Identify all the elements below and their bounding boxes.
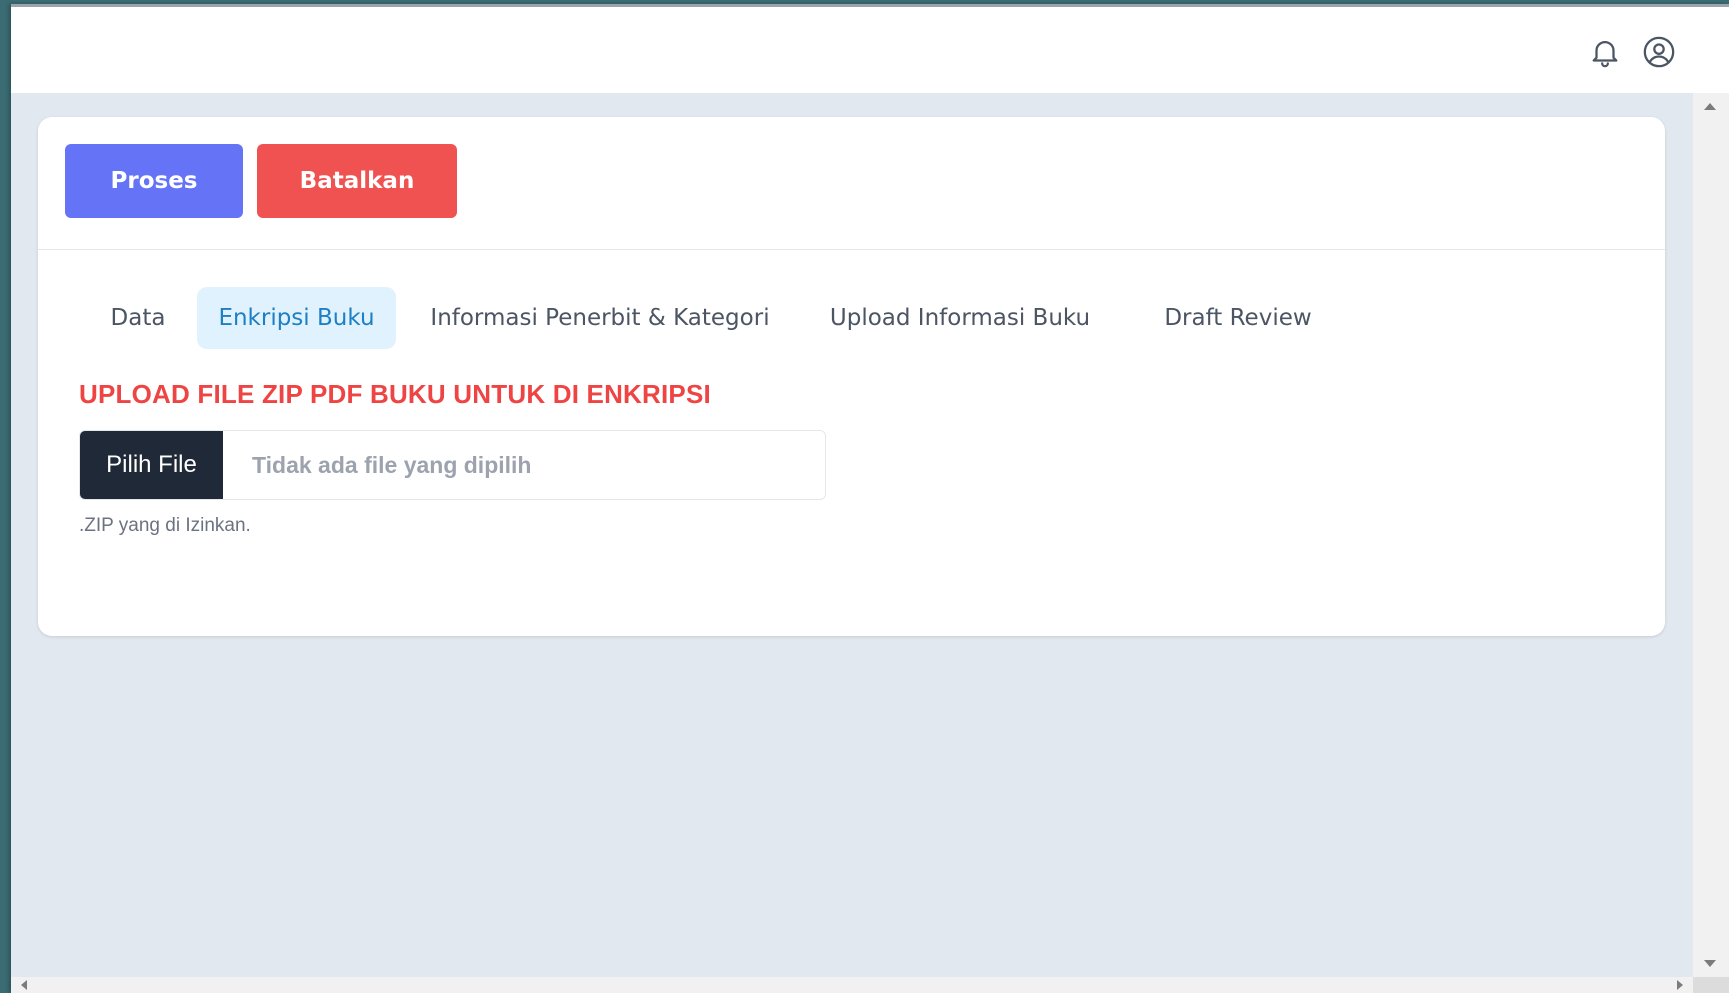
scroll-left-icon[interactable] — [21, 980, 27, 990]
scrollbar-corner — [1693, 977, 1729, 993]
tab-enkripsi-buku[interactable]: Enkripsi Buku — [197, 287, 396, 349]
main-card: Proses Batalkan Data Enkripsi Buku Infor… — [38, 117, 1665, 636]
bell-icon[interactable] — [1585, 32, 1625, 72]
tab-upload-informasi-buku[interactable]: Upload Informasi Buku — [810, 287, 1110, 349]
scroll-up-icon[interactable] — [1704, 103, 1716, 110]
proses-button[interactable]: Proses — [65, 144, 243, 218]
browser-window: Proses Batalkan Data Enkripsi Buku Infor… — [11, 4, 1729, 993]
horizontal-scrollbar[interactable] — [11, 977, 1693, 993]
choose-file-button[interactable]: Pilih File — [80, 431, 223, 499]
vertical-scrollbar[interactable] — [1693, 93, 1729, 977]
tab-bar: Data Enkripsi Buku Informasi Penerbit & … — [38, 287, 1665, 349]
action-bar: Proses Batalkan — [38, 117, 1665, 250]
top-header — [11, 7, 1729, 93]
file-upload-input[interactable]: Pilih File Tidak ada file yang dipilih — [79, 430, 826, 500]
upload-section-title: UPLOAD FILE ZIP PDF BUKU UNTUK DI ENKRIP… — [79, 379, 711, 409]
tab-informasi-penerbit-kategori[interactable]: Informasi Penerbit & Kategori — [420, 287, 780, 349]
scroll-right-icon[interactable] — [1677, 980, 1683, 990]
batalkan-button[interactable]: Batalkan — [257, 144, 457, 218]
upload-help-text: .ZIP yang di Izinkan. — [79, 515, 251, 536]
user-circle-icon[interactable] — [1639, 32, 1679, 72]
tab-draft-review[interactable]: Draft Review — [1138, 287, 1338, 349]
tab-data[interactable]: Data — [83, 287, 193, 349]
file-status-text: Tidak ada file yang dipilih — [252, 451, 532, 478]
scroll-down-icon[interactable] — [1704, 960, 1716, 967]
